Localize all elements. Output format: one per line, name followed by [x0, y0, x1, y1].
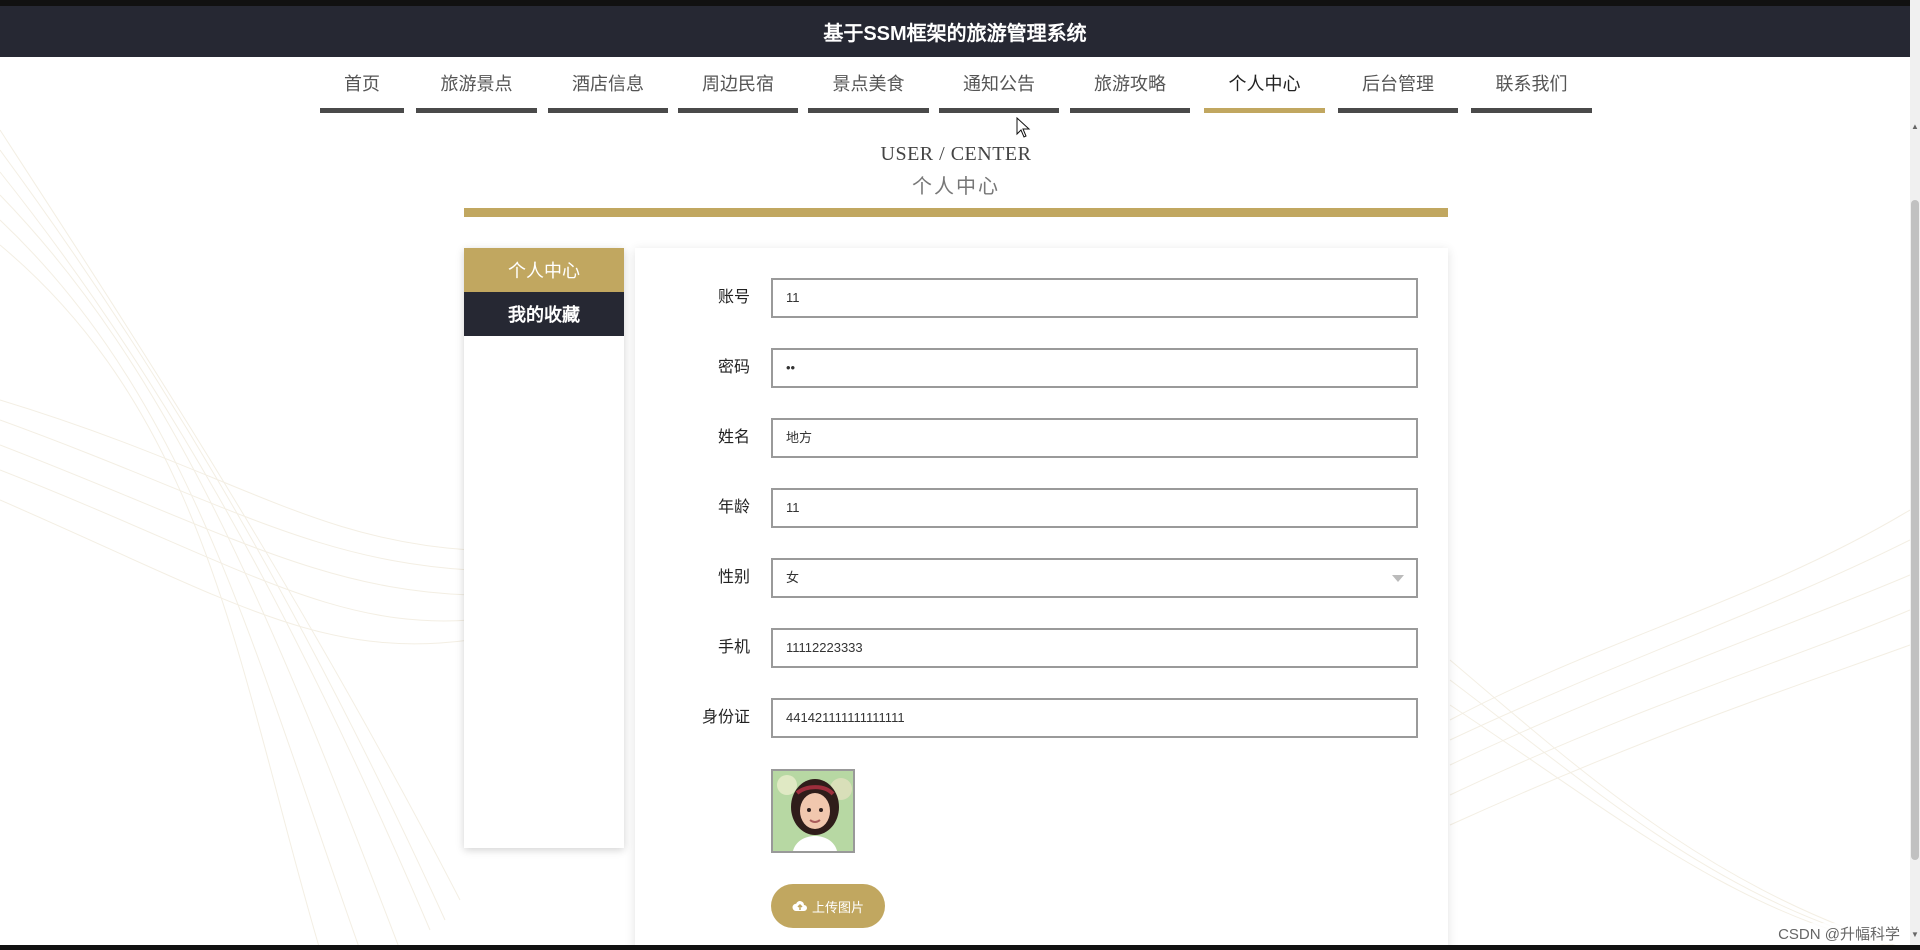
phone-row: 手机 11112223333: [635, 628, 1448, 668]
csdn-watermark: CSDN @升幅科学: [1778, 923, 1900, 944]
id-card-input[interactable]: 441421111111111111: [771, 698, 1418, 738]
nav-hotels[interactable]: 酒店信息: [548, 57, 668, 113]
user-sidebar: 个人中心 我的收藏: [464, 248, 624, 848]
name-row: 姓名 地方: [635, 418, 1448, 458]
nav-admin-label: 后台管理: [1362, 73, 1434, 94]
nav-home-label: 首页: [344, 73, 380, 94]
nav-guides[interactable]: 旅游攻略: [1070, 57, 1190, 113]
age-row: 年龄 11: [635, 488, 1448, 528]
account-row: 账号 11: [635, 278, 1448, 318]
browser-viewport: 基于SSM框架的旅游管理系统 首页 旅游景点 酒店信息 周边民宿 景点美食 通知…: [0, 0, 1920, 950]
nav-contact-label: 联系我们: [1495, 73, 1568, 94]
profile-form: 账号 11 密码 •• 姓名 地方 年龄 11 性别 女 手机 11112223…: [635, 248, 1448, 950]
main-navigation: 首页 旅游景点 酒店信息 周边民宿 景点美食 通知公告 旅游攻略 个人中心 后台…: [0, 57, 1910, 123]
gender-select[interactable]: 女: [771, 558, 1418, 598]
page-title-cn: 个人中心: [912, 176, 1000, 198]
nav-notices-label: 通知公告: [963, 73, 1035, 94]
avatar-preview: [771, 769, 855, 853]
gender-row: 性别 女: [635, 558, 1448, 598]
nav-homestays-label: 周边民宿: [702, 73, 774, 94]
nav-food-label: 景点美食: [832, 73, 905, 94]
age-label: 年龄: [717, 499, 750, 516]
nav-food[interactable]: 景点美食: [808, 57, 929, 113]
account-label: 账号: [717, 289, 750, 306]
nav-admin[interactable]: 后台管理: [1338, 57, 1458, 113]
name-label: 姓名: [717, 429, 750, 446]
phone-input[interactable]: 11112223333: [771, 628, 1418, 668]
password-row: 密码 ••: [635, 348, 1448, 388]
scroll-thumb[interactable]: [1911, 200, 1919, 860]
nav-user-center[interactable]: 个人中心: [1204, 57, 1325, 113]
phone-label: 手机: [717, 639, 750, 656]
scroll-up-arrow-icon[interactable]: ▲: [1911, 122, 1919, 132]
nav-user-center-label: 个人中心: [1228, 73, 1301, 94]
gender-selected-value: 女: [786, 570, 800, 585]
sidebar-item-favorites[interactable]: 我的收藏: [464, 292, 624, 336]
nav-attractions[interactable]: 旅游景点: [416, 57, 537, 113]
nav-hotels-label: 酒店信息: [572, 73, 644, 94]
page-title-en: USER / CENTER: [880, 143, 1032, 165]
scroll-down-arrow-icon[interactable]: ▼: [1911, 930, 1919, 940]
account-input[interactable]: 11: [771, 278, 1418, 318]
id-card-label: 身份证: [701, 709, 750, 726]
nav-guides-label: 旅游攻略: [1094, 73, 1166, 94]
site-header: 基于SSM框架的旅游管理系统: [0, 6, 1910, 57]
nav-homestays[interactable]: 周边民宿: [678, 57, 798, 113]
password-input[interactable]: ••: [771, 348, 1418, 388]
mouse-pointer-icon: [1016, 117, 1031, 138]
name-input[interactable]: 地方: [771, 418, 1418, 458]
window-bottom-border: [0, 945, 1920, 950]
chevron-down-icon[interactable]: [1392, 575, 1404, 582]
upload-image-button[interactable]: 上传图片: [771, 884, 885, 928]
nav-contact[interactable]: 联系我们: [1471, 57, 1592, 113]
id-card-row: 身份证 441421111111111111: [635, 698, 1448, 738]
page-title-block: USER / CENTER 个人中心: [464, 143, 1448, 199]
sidebar-item-favorites-label: 我的收藏: [508, 305, 580, 325]
site-title: 基于SSM框架的旅游管理系统: [823, 23, 1087, 45]
upload-image-label: 上传图片: [811, 899, 864, 915]
nav-home[interactable]: 首页: [320, 57, 404, 113]
gender-label: 性别: [717, 569, 750, 586]
cloud-upload-icon: [792, 901, 807, 911]
title-underline-bar: [464, 208, 1448, 217]
age-input[interactable]: 11: [771, 488, 1418, 528]
password-label: 密码: [717, 359, 750, 376]
nav-attractions-label: 旅游景点: [440, 73, 513, 94]
sidebar-item-user-center-label: 个人中心: [508, 261, 580, 281]
page-scrollbar[interactable]: ▲ ▼: [1910, 0, 1920, 950]
nav-notices[interactable]: 通知公告: [939, 57, 1059, 113]
sidebar-item-user-center[interactable]: 个人中心: [464, 248, 624, 292]
